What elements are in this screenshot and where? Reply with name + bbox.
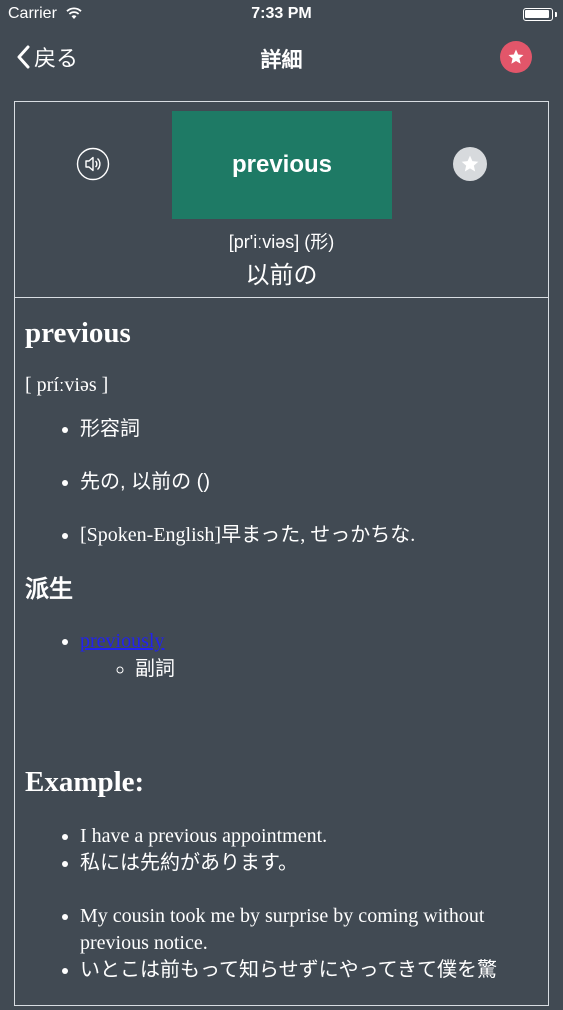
example-heading: Example:	[25, 766, 145, 798]
definition-item: [Spoken-English]早まった, せっかちな.	[80, 522, 540, 548]
example-en: My cousin took me by surprise by coming …	[80, 903, 540, 957]
page-title: 詳細	[260, 49, 303, 72]
derived-word-link[interactable]: previously	[80, 630, 164, 652]
chevron-left-icon	[17, 45, 30, 69]
dictionary-entry: previous [ príːviəs ] 形容詞 先の, 以前の () [Sp…	[25, 298, 540, 1010]
navigation-bar: 戻る 詳細	[0, 30, 563, 86]
derived-list: previously 副詞	[25, 627, 540, 683]
favorite-button[interactable]	[500, 41, 532, 73]
example-list: I have a previous appointment. 私には先約がありま…	[25, 823, 540, 984]
derived-pos: 副詞	[135, 655, 540, 683]
entry-headword: previous	[25, 317, 131, 349]
play-audio-button[interactable]	[76, 147, 110, 181]
definition-list: 形容詞 先の, 以前の () [Spoken-English]早まった, せっか…	[25, 416, 540, 548]
word-card: previous [pr'iːviəs] (形) 以前の previous [ …	[14, 101, 549, 1006]
pronunciation: [pr'iːviəs] (形)	[228, 232, 335, 252]
word-tile: previous	[172, 111, 392, 219]
status-bar: Carrier 7:33 PM	[0, 0, 563, 30]
clock: 7:33 PM	[251, 5, 312, 22]
entry-phonetic: [ príːviəs ]	[25, 374, 109, 396]
example-en: I have a previous appointment.	[80, 823, 540, 850]
meaning: 以前の	[245, 262, 318, 289]
star-icon	[508, 49, 524, 64]
example-ja: 私には先約があります。	[80, 850, 540, 877]
derived-item: previously 副詞	[80, 627, 540, 683]
back-button[interactable]: 戻る	[16, 41, 78, 73]
example-ja: いとこは前もって知らせずにやってきて僕を驚	[80, 957, 540, 984]
star-icon	[461, 155, 479, 172]
definition-item: 先の, 以前の ()	[80, 469, 540, 495]
derived-pos-list: 副詞	[80, 655, 540, 683]
speaker-icon	[76, 147, 110, 181]
battery-icon	[523, 8, 557, 21]
definition-item: 形容詞	[80, 416, 540, 442]
back-label: 戻る	[34, 46, 79, 71]
derived-heading: 派生	[25, 576, 73, 603]
word-header: previous [pr'iːviəs] (形) 以前の	[15, 102, 548, 298]
bookmark-button[interactable]	[453, 147, 487, 181]
